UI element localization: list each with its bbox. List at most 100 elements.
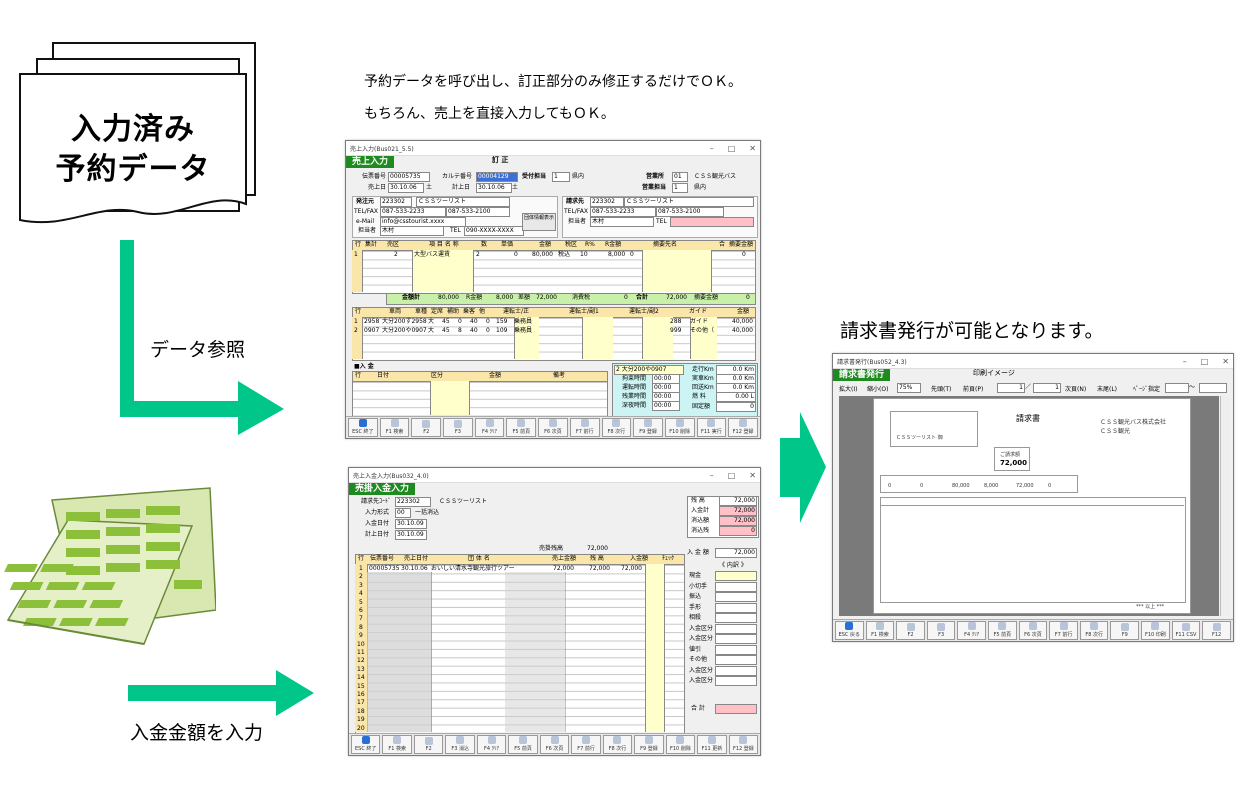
vehicle-guide-code[interactable]: 999 (670, 327, 681, 335)
f2-button[interactable]: F2 (413, 735, 444, 754)
page-spec-to[interactable] (1199, 383, 1227, 393)
f1-button[interactable]: F1 検索 (379, 418, 410, 437)
payment-mini-grid[interactable] (352, 381, 608, 417)
first-page-button[interactable]: 先頭(T) (931, 384, 951, 393)
prev-page-button[interactable]: 前頁(P) (963, 384, 983, 393)
f4-button[interactable]: F4 ｸﾘｱ (474, 418, 505, 437)
f12-button[interactable]: F12 登録 (728, 418, 758, 437)
f4-button[interactable]: F4 ｸﾘｱ (957, 621, 987, 640)
pay-billto-code-field[interactable]: 223302 (395, 497, 431, 507)
breakdown-field[interactable] (715, 613, 757, 623)
f1-button[interactable]: F1 検索 (865, 621, 895, 640)
preview-scrollbar[interactable] (1220, 396, 1229, 616)
vehicle-amount[interactable]: 40,000 (732, 318, 753, 326)
item-price[interactable]: 0 (514, 251, 518, 259)
office-field[interactable]: 01 (672, 172, 688, 182)
f4-button[interactable]: F4 ｸﾘｱ (476, 735, 507, 754)
close-icon[interactable]: ✕ (749, 471, 756, 480)
vehicle-code[interactable]: 2958 (364, 318, 379, 326)
esc-button[interactable]: ESC 戻る (835, 621, 864, 640)
payment-input-window[interactable]: 売上入金入力(Bus032_4.0) – □ ✕ 売掛入金入力 請求先ｺｰﾄﾞ 22… (348, 467, 761, 756)
minimize-icon[interactable]: – (710, 144, 714, 153)
f10-button[interactable]: F10 削除 (665, 735, 696, 754)
sales-charge-field[interactable]: 1 (672, 183, 688, 193)
f7-button[interactable]: F7 前行 (1049, 621, 1078, 640)
f3-button[interactable]: F3 (926, 621, 956, 640)
pay-date-field[interactable]: 30.10.09 (395, 519, 427, 529)
page-spec-from[interactable] (1165, 383, 1189, 393)
item-tax[interactable]: 税込 (558, 251, 570, 259)
f11-button[interactable]: F11 更新 (697, 735, 727, 754)
vehicle-code[interactable]: 0907 (364, 327, 379, 335)
f2-button[interactable]: F2 (896, 621, 925, 640)
item-r-pct[interactable]: 10 (580, 251, 588, 259)
pay-calc-date-field[interactable]: 30.10.09 (395, 530, 427, 540)
vehicle-name[interactable]: 大分200す2958 (382, 318, 427, 326)
sales-input-window[interactable]: 売上入力(Bus021_5.5) – □ ✕ 売上入力 訂 正 伝票番号 00005… (345, 140, 761, 439)
reserve-no-field[interactable]: 00005735 (388, 172, 430, 182)
vehicle-guide[interactable]: ガイド (690, 318, 708, 326)
breakdown-field[interactable] (715, 634, 757, 644)
maximize-icon[interactable]: □ (728, 144, 736, 153)
orderer-tel-field[interactable]: 087-533-2233 (380, 207, 446, 217)
group-info-button[interactable]: 団体情報表示 (522, 213, 556, 231)
maximize-icon[interactable]: □ (728, 471, 736, 480)
f5-button[interactable]: F5 前頁 (508, 735, 538, 754)
vehicle-amount[interactable]: 40,000 (732, 327, 753, 335)
f3-button[interactable]: F3 消込 (445, 735, 475, 754)
karte-field[interactable]: 00004129 (476, 172, 518, 182)
f6-button[interactable]: F6 次頁 (1018, 621, 1048, 640)
input-mode-field[interactable]: 00 (395, 508, 411, 518)
orderer-code-field[interactable]: 223302 (380, 197, 412, 207)
zoom-out-button[interactable]: 縮小(O) (867, 384, 888, 393)
vehicle-guide-code[interactable]: 288 (670, 318, 681, 326)
payment-window-titlebar[interactable]: 売上入金入力(Bus032_4.0) – □ ✕ (349, 468, 760, 483)
orderer-fax-field[interactable]: 087-533-2100 (446, 207, 510, 217)
f8-button[interactable]: F8 次行 (602, 735, 633, 754)
side-value[interactable]: 00:00 (652, 401, 680, 411)
orderer-name-field[interactable]: ＣＳＳツーリスト (416, 197, 510, 207)
f2-button[interactable]: F2 (411, 418, 442, 437)
close-icon[interactable]: ✕ (1222, 357, 1229, 366)
person-tel-field[interactable]: 090-XXXX-XXXX (464, 226, 524, 236)
f11-button[interactable]: F11 実行 (696, 418, 727, 437)
zoom-in-button[interactable]: 拡大(I) (839, 384, 857, 393)
breakdown-field[interactable] (715, 676, 757, 686)
pay-row-paid[interactable]: 72,000 (621, 565, 642, 573)
billto-fax-field[interactable]: 087-533-2100 (656, 207, 724, 217)
f5-button[interactable]: F5 前頁 (506, 418, 537, 437)
item-qty[interactable]: 2 (476, 251, 480, 259)
f7-button[interactable]: F7 前行 (569, 418, 600, 437)
item-end-amount[interactable]: 0 (742, 251, 746, 259)
vehicle-guide[interactable]: その他（ (690, 327, 714, 335)
billto-person-field[interactable]: 木村 (590, 217, 654, 227)
breakdown-field[interactable] (715, 665, 757, 676)
breakdown-field[interactable] (715, 581, 757, 592)
f6-button[interactable]: F6 次頁 (539, 735, 570, 754)
f8-button[interactable]: F8 次行 (1079, 621, 1109, 640)
pay-amount-field[interactable]: 72,000 (715, 548, 757, 558)
minimize-icon[interactable]: – (710, 471, 714, 480)
sales-date-field[interactable]: 30.10.06 (388, 183, 424, 193)
sales-window-titlebar[interactable]: 売上入力(Bus021_5.5) – □ ✕ (346, 141, 760, 156)
close-icon[interactable]: ✕ (749, 144, 756, 153)
item-name[interactable]: 大型バス運賃 (414, 251, 450, 259)
f3-button[interactable]: F3 (443, 418, 473, 437)
vehicle-name[interactable]: 大分200や0907 (382, 327, 427, 335)
breakdown-field[interactable] (715, 655, 757, 665)
f6-button[interactable]: F6 次頁 (538, 418, 568, 437)
esc-button[interactable]: ESC 終了 (351, 735, 381, 754)
dist-value[interactable]: 0 (716, 402, 756, 412)
invoice-window-titlebar[interactable]: 請求書発行(Bus052_4.3) – □ ✕ (833, 354, 1233, 369)
billto-name-field[interactable]: ＣＳＳツーリスト (624, 197, 754, 207)
f9-button[interactable]: F9 (1110, 621, 1140, 640)
next-page-button[interactable]: 次頁(N) (1065, 384, 1086, 393)
f9-button[interactable]: F9 登録 (634, 735, 664, 754)
dist-value[interactable]: 0.00 L (716, 392, 756, 402)
vehicle-driver-code[interactable]: 109 (496, 327, 507, 335)
person-field[interactable]: 木村 (380, 226, 444, 236)
page-field[interactable]: 1 (997, 383, 1025, 393)
f1-button[interactable]: F1 検索 (382, 735, 412, 754)
f5-button[interactable]: F5 前頁 (988, 621, 1017, 640)
invoice-window[interactable]: 請求書発行(Bus052_4.3) – □ ✕ 請求書発行 印刷イメージ 拡大(I)… (832, 353, 1234, 642)
